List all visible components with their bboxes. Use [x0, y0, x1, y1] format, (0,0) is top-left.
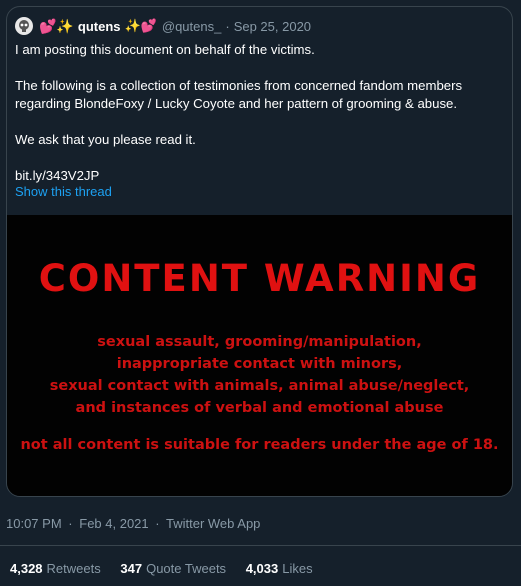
tweet-link[interactable]: bit.ly/343V2JP	[15, 167, 495, 185]
tweet-stats: 4,328 Retweets 347 Quote Tweets 4,033 Likes	[10, 561, 329, 576]
tweet-timestamp-date[interactable]: Feb 4, 2021	[79, 516, 148, 531]
skull-avatar-icon	[19, 20, 29, 32]
tweet-line: I am posting this document on behalf of …	[15, 42, 315, 57]
quote-tweets-label: Quote Tweets	[146, 561, 227, 576]
separator-dot: ·	[225, 18, 230, 34]
tweet-meta: 10:07 PM · Feb 4, 2021 · Twitter Web App	[6, 516, 263, 531]
show-thread-link[interactable]: Show this thread	[15, 184, 112, 199]
separator-dot: ·	[155, 516, 160, 531]
quote-tweets-stat[interactable]: 347 Quote Tweets	[120, 561, 226, 576]
retweets-stat[interactable]: 4,328 Retweets	[10, 561, 101, 576]
content-warning-title: CONTENT WARNING	[38, 257, 481, 300]
retweets-count: 4,328	[10, 561, 43, 576]
author-display-name[interactable]: qutens	[78, 19, 121, 34]
content-warning-list: sexual assault, grooming/manipulation, i…	[7, 331, 512, 419]
divider	[0, 545, 521, 546]
author-handle[interactable]: @qutens_	[162, 19, 221, 34]
tweet-line: We ask that you please read it.	[15, 132, 196, 147]
tweet-line: The following is a collection of testimo…	[15, 78, 463, 93]
sparkle-emoji-icon: ✨💕	[124, 18, 157, 33]
content-warning-line: sexual contact with animals, animal abus…	[49, 378, 470, 394]
tweet-card[interactable]: 💕✨ qutens ✨💕 @qutens_ · Sep 25, 2020 I a…	[6, 6, 513, 497]
separator-dot: ·	[68, 516, 73, 531]
tweet-header: 💕✨ qutens ✨💕 @qutens_ · Sep 25, 2020	[15, 16, 311, 36]
tweet-date[interactable]: Sep 25, 2020	[234, 19, 311, 34]
likes-stat[interactable]: 4,033 Likes	[246, 561, 313, 576]
tweet-media-image[interactable]: CONTENT WARNING sexual assault, grooming…	[7, 215, 512, 496]
avatar[interactable]	[15, 17, 33, 35]
tweet-line: regarding BlondeFoxy / Lucky Coyote and …	[15, 96, 458, 111]
content-warning-line: and instances of verbal and emotional ab…	[75, 400, 444, 416]
content-warning-line: sexual assault, grooming/manipulation,	[97, 334, 422, 350]
content-warning-line: inappropriate contact with minors,	[116, 356, 403, 372]
tweet-time[interactable]: 10:07 PM	[6, 516, 62, 531]
content-warning-footer: not all content is suitable for readers …	[20, 437, 499, 453]
tweet-text: I am posting this document on behalf of …	[15, 41, 495, 185]
quote-tweets-count: 347	[120, 561, 143, 576]
likes-label: Likes	[282, 561, 313, 576]
likes-count: 4,033	[245, 561, 279, 576]
heart-emoji-icon: 💕✨	[39, 17, 74, 34]
tweet-source[interactable]: Twitter Web App	[166, 516, 260, 531]
retweets-label: Retweets	[46, 561, 101, 576]
